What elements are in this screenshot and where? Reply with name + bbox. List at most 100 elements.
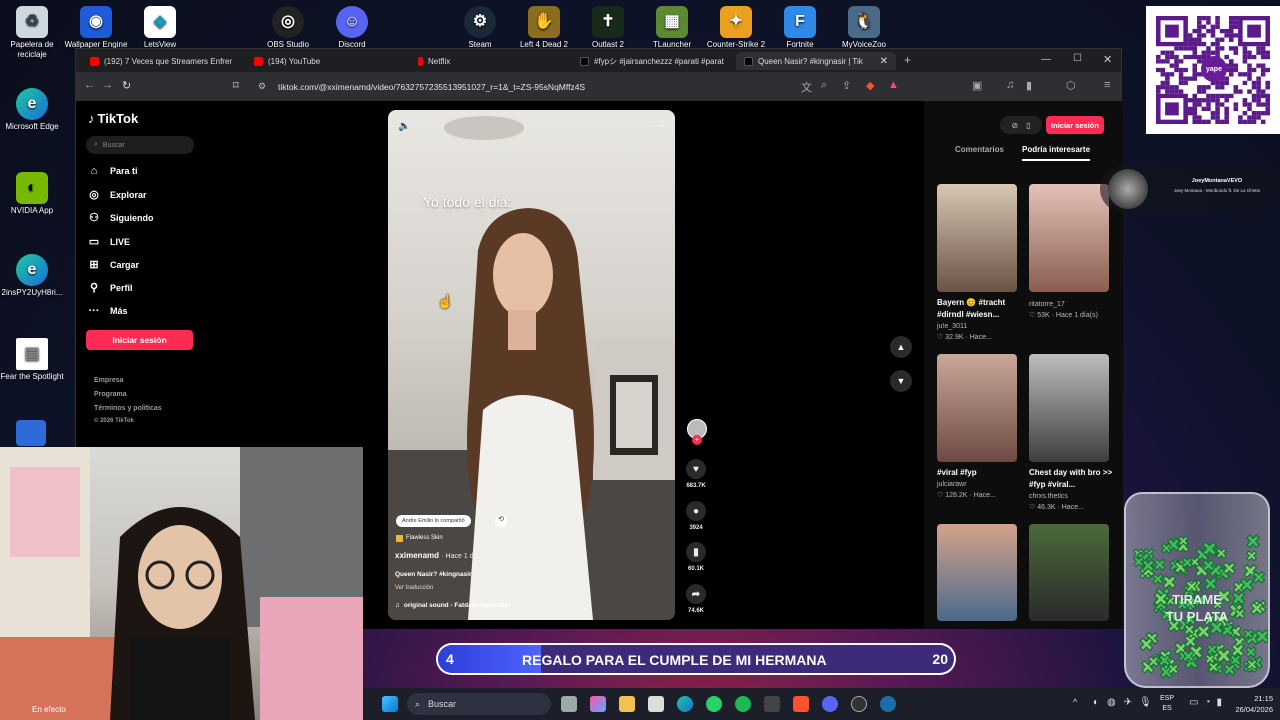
wallet-icon[interactable]: ⬡	[1066, 79, 1076, 92]
system-tray-icons[interactable]: ▭◔▮	[1189, 697, 1228, 708]
recommended-caption[interactable]: Chest day with bro >> #fyp #viral...	[1029, 467, 1114, 491]
task-view-icon[interactable]	[561, 696, 577, 712]
new-tab-button[interactable]: +	[904, 53, 911, 67]
minimize-button[interactable]: —	[1041, 54, 1051, 65]
tray-chevron-icon[interactable]: ^	[1073, 697, 1077, 707]
brave-shield-icon[interactable]: ◆	[866, 79, 874, 92]
fortnite-icon[interactable]: F Fortnite	[763, 6, 837, 50]
nav-siguiendo[interactable]: ⚇ Siguiendo	[88, 211, 153, 224]
recommended-user[interactable]: ritatorre_17	[1029, 299, 1114, 310]
repost-icon[interactable]: ⟲	[495, 515, 507, 527]
edge-shortcut-icon[interactable]: e 2insPY2UyH8ri...	[0, 254, 69, 298]
language-indicator[interactable]: ESP ES	[1160, 694, 1174, 714]
back-icon[interactable]: ←	[84, 79, 95, 91]
obs-icon[interactable]: ◎ OBS Studio	[251, 6, 325, 50]
recommended-caption[interactable]: #viral #fyp	[937, 467, 1022, 479]
sidebar-icon[interactable]: ▮	[1026, 79, 1032, 92]
recommended-thumbnail[interactable]	[937, 354, 1017, 462]
nav-para-ti[interactable]: ⌂ Para ti	[88, 165, 138, 177]
login-button[interactable]: Iniciar sesión	[86, 330, 193, 350]
nav-explorar[interactable]: ◎ Explorar	[88, 188, 146, 201]
recommended-thumbnail[interactable]	[937, 524, 1017, 621]
recommended-thumbnail[interactable]	[1029, 354, 1109, 462]
outlast-icon[interactable]: ✝ Outlast 2	[571, 6, 645, 50]
recommended-thumbnail[interactable]	[1029, 184, 1109, 292]
volume-icon[interactable]: 🔈	[398, 121, 410, 132]
translate-link[interactable]: Ver traducción	[395, 585, 433, 591]
mic-icon[interactable]: 🎙	[1139, 697, 1152, 708]
nav-cargar[interactable]: ⊞ Cargar	[88, 258, 139, 271]
tab-podria-interesarte[interactable]: Podría interesarte	[1022, 145, 1091, 161]
file-explorer-icon[interactable]	[619, 696, 635, 712]
tab-netflix[interactable]: Netflix	[410, 52, 560, 70]
menu-icon[interactable]: ≡	[1104, 79, 1110, 91]
sound-link[interactable]: ♫ original sound - Fatdancinglobster	[395, 602, 511, 609]
share-icon[interactable]: ⇪	[842, 79, 851, 92]
nav-perfil[interactable]: ⚲ Perfil	[88, 281, 133, 294]
zoom-icon[interactable]: ⌕	[821, 79, 827, 92]
app-icon[interactable]	[16, 420, 46, 446]
video-more-icon[interactable]: ···	[653, 118, 665, 132]
tab-youtube-2[interactable]: (194) YouTube	[246, 52, 396, 70]
copilot-icon[interactable]	[590, 696, 606, 712]
myvoicezoo-icon[interactable]: 🐧 MyVoiceZoo	[827, 6, 901, 50]
like-button[interactable]: ♥ 683.7K	[681, 459, 711, 489]
store-icon[interactable]	[648, 696, 664, 712]
steam-taskbar-icon[interactable]	[880, 696, 896, 712]
follow-plus-icon[interactable]: +	[692, 435, 702, 445]
footer-programa[interactable]: Programa	[94, 391, 127, 398]
app-red-icon[interactable]	[764, 696, 780, 712]
nav-mas[interactable]: ··· Más	[88, 305, 128, 317]
whatsapp-icon[interactable]	[706, 696, 722, 712]
tlauncher-icon[interactable]: ▦ TLauncher	[635, 6, 709, 50]
tray-icons[interactable]: ◐◍✈	[1093, 697, 1140, 708]
clock[interactable]: 21:15 26/04/2026	[1233, 693, 1273, 715]
close-window-button[interactable]: ✕	[1103, 53, 1112, 66]
fear-spotlight-icon[interactable]: ▤ Fear the Spotlight	[0, 338, 69, 382]
translate-icon[interactable]: 文	[801, 79, 812, 95]
recommended-user[interactable]: ju!e_3011	[937, 321, 1022, 332]
share-button[interactable]: ➦ 74.6K	[681, 584, 711, 614]
discord-icon[interactable]: ☺ Discord	[315, 6, 389, 50]
music-icon[interactable]: ♫	[1006, 79, 1014, 91]
wallpaper-engine-icon[interactable]: ◉ Wallpaper Engine	[59, 6, 133, 50]
brave-taskbar-icon[interactable]	[793, 696, 809, 712]
recommended-thumbnail[interactable]	[937, 184, 1017, 292]
next-video-button[interactable]: ▼	[890, 370, 912, 392]
nvidia-icon[interactable]: ◐ NVIDIA App	[0, 172, 69, 216]
forward-icon[interactable]: →	[102, 79, 113, 91]
tab-tiktok-active[interactable]: Queen Nasir? #kingnasir | Tik ✕	[736, 52, 896, 70]
maximize-button[interactable]: ☐	[1073, 53, 1082, 64]
tab-tiktok-1[interactable]: #fypシ #jairsanchezzz #parati #parat	[572, 52, 727, 70]
counter-strike-icon[interactable]: ✦ Counter-Strike 2	[699, 6, 773, 50]
shared-by-chip[interactable]: Andre Emilio lo compartió	[396, 515, 471, 527]
steam-icon[interactable]: ⚙ Steam	[443, 6, 517, 50]
recommended-user[interactable]: julciarawr	[937, 479, 1022, 490]
extensions-icon[interactable]: ▣	[972, 79, 982, 92]
spotify-icon[interactable]	[735, 696, 751, 712]
prev-video-button[interactable]: ▲	[890, 336, 912, 358]
letsview-icon[interactable]: ◈ LetsView	[123, 6, 197, 50]
site-info-icon[interactable]: ⚙	[258, 81, 266, 92]
taskbar-search[interactable]: ⌕ Buscar	[407, 693, 551, 715]
brave-rewards-icon[interactable]: ▲	[888, 79, 899, 91]
header-tool-icons[interactable]: ⊘ ▯	[1000, 116, 1042, 134]
video-author[interactable]: xximenamd · Hace 1 día(s)	[395, 551, 488, 560]
comment-button[interactable]: ● 3924	[681, 501, 711, 531]
tab-youtube-1[interactable]: (192) 7 Veces que Streamers Enfrenta	[82, 52, 232, 70]
edge-taskbar-icon[interactable]	[677, 696, 693, 712]
windows-start-icon[interactable]	[382, 696, 398, 712]
now-playing-popup[interactable]: JoeyMontanaVEVO Joey Montana - Moribundo…	[1100, 166, 1280, 212]
effect-label[interactable]: Flawless Skin	[396, 535, 443, 542]
recommended-user[interactable]: chrxs.thetics	[1029, 491, 1114, 502]
bookmark-icon[interactable]: ⌑	[233, 79, 239, 92]
footer-terms[interactable]: Términos y políticas	[94, 405, 162, 412]
reload-icon[interactable]: ↻	[122, 79, 131, 92]
search-input[interactable]: ⌕ Buscar	[86, 136, 194, 154]
save-button[interactable]: ▮ 60.1K	[681, 542, 711, 572]
footer-empresa[interactable]: Empresa	[94, 377, 124, 384]
video-player[interactable]: 🔈 ··· Yo todo el dia: Andre Emilio lo co…	[388, 110, 675, 620]
close-tab-icon[interactable]: ✕	[880, 56, 888, 67]
left4dead-icon[interactable]: ✋ Left 4 Dead 2	[507, 6, 581, 50]
obs-taskbar-icon[interactable]	[851, 696, 867, 712]
